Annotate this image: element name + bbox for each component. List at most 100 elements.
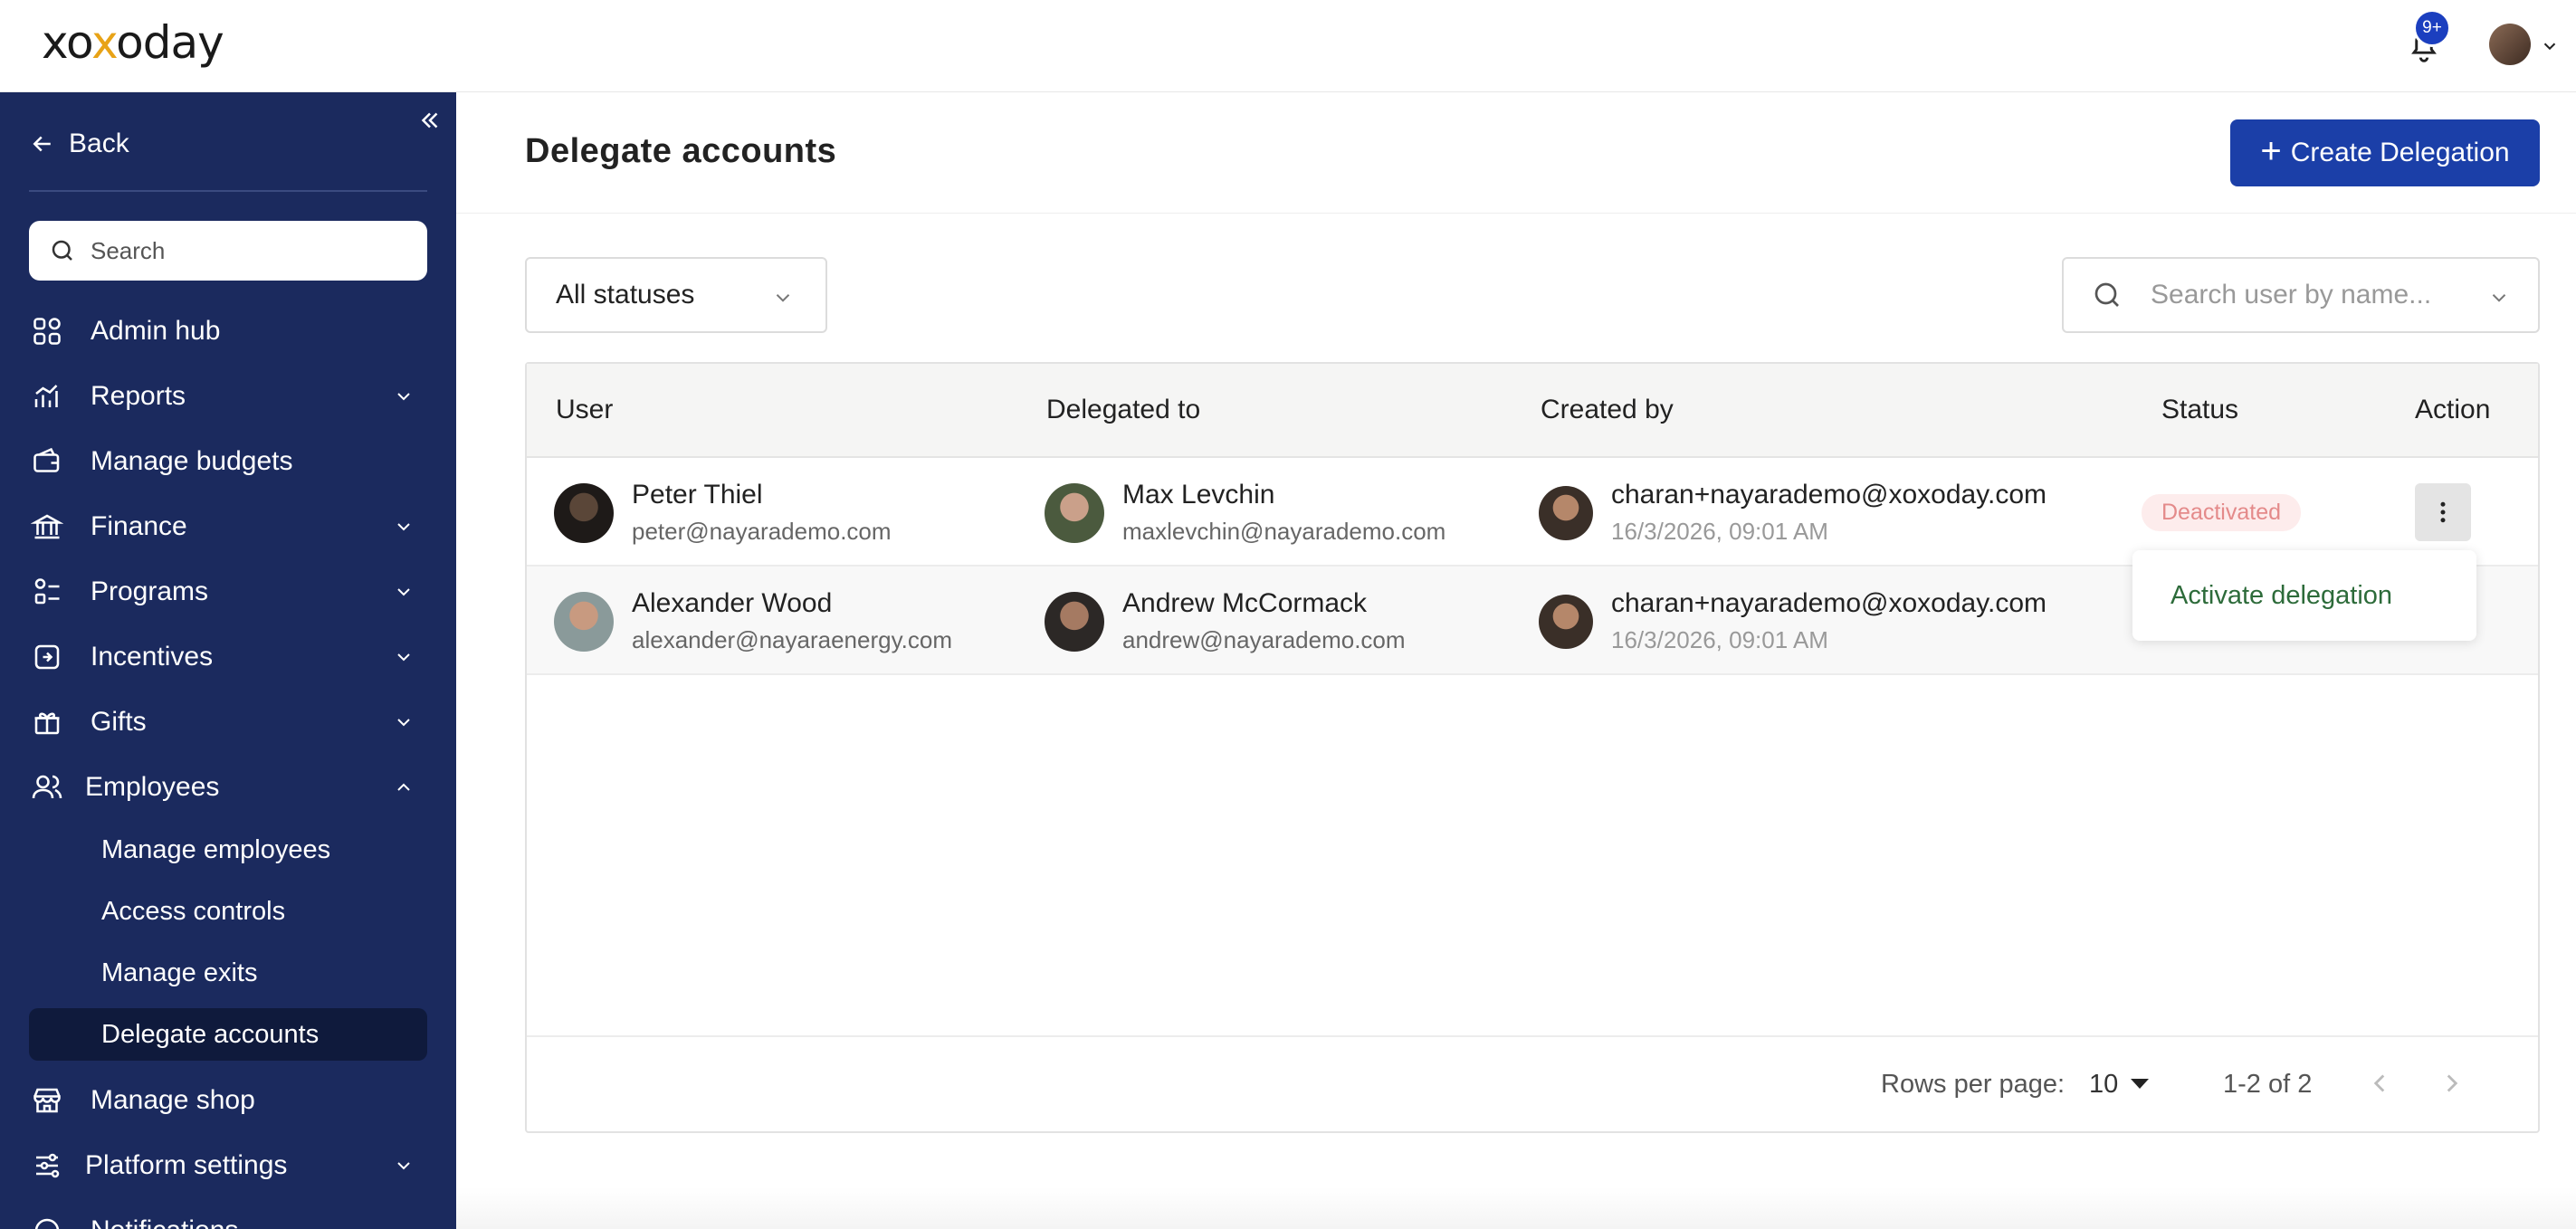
- chevron-down-icon: [397, 523, 410, 531]
- back-button[interactable]: Back: [29, 123, 129, 165]
- main-content: Delegate accounts + Create Delegation Al…: [456, 92, 2576, 1229]
- sidebar-search-input[interactable]: [91, 236, 416, 265]
- sidebar-item-label: Notifications: [91, 1215, 238, 1229]
- sidebar-subitem-access-controls[interactable]: Access controls: [29, 885, 427, 938]
- page-range: 1-2 of 2: [2223, 1070, 2313, 1099]
- sidebar-item-label: Programs: [91, 576, 209, 606]
- caret-down-icon[interactable]: [2131, 1079, 2149, 1089]
- chevron-down-icon[interactable]: [2540, 36, 2560, 56]
- sidebar-item-programs[interactable]: Programs: [29, 565, 427, 619]
- sidebar-item-label: Finance: [91, 511, 187, 541]
- chevron-down-icon: [397, 393, 410, 401]
- rows-per-page-label: Rows per page:: [1881, 1070, 2066, 1099]
- create-delegation-button[interactable]: + Create Delegation: [2230, 119, 2540, 186]
- row-actions-menu: Activate delegation: [2132, 550, 2476, 641]
- column-header-status: Status: [2161, 395, 2239, 424]
- page-header: Delegate accounts + Create Delegation: [456, 92, 2576, 214]
- avatar: [554, 482, 614, 543]
- sidebar-item-admin-hub[interactable]: Admin hub: [29, 304, 427, 358]
- avatar: [1539, 594, 1593, 649]
- profile-avatar[interactable]: [2489, 24, 2531, 65]
- sidebar-item-label: Employees: [85, 772, 220, 802]
- sidebar-subitem-manage-employees[interactable]: Manage employees: [29, 824, 427, 876]
- sidebar-item-employees[interactable]: Employees: [29, 760, 427, 815]
- row-actions-button[interactable]: [2415, 483, 2471, 541]
- chevron-down-icon: [397, 588, 410, 596]
- sidebar-item-label: Gifts: [91, 707, 147, 737]
- sidebar-item-manage-budgets[interactable]: Manage budgets: [29, 434, 427, 489]
- user-name: Alexander Wood: [632, 588, 833, 618]
- notification-count-badge: 9+: [2413, 9, 2451, 47]
- sidebar-search[interactable]: [29, 221, 427, 281]
- user-search-input[interactable]: [2151, 280, 2476, 310]
- sidebar-item-gifts[interactable]: Gifts: [29, 695, 427, 749]
- column-header-user: User: [556, 395, 614, 424]
- delegate-email: maxlevchin@nayarademo.com: [1122, 518, 1446, 545]
- sidebar-item-notifications[interactable]: Notifications: [29, 1204, 427, 1229]
- rows-per-page-select[interactable]: 10: [2089, 1070, 2118, 1100]
- search-icon: [2094, 282, 2119, 307]
- column-header-created-by: Created by: [1541, 395, 1674, 424]
- sidebar-subitem-delegate-accounts[interactable]: Delegate accounts: [29, 1008, 427, 1061]
- sidebar-divider: [29, 190, 427, 192]
- sidebar-item-manage-shop[interactable]: Manage shop: [29, 1073, 427, 1128]
- incentive-icon: [34, 644, 60, 670]
- sidebar-item-platform-settings[interactable]: Platform settings: [29, 1138, 427, 1193]
- chevron-right-icon[interactable]: [2437, 1068, 2467, 1099]
- arrow-left-icon: [33, 136, 51, 152]
- table-header: User Delegated to Created by Status Acti…: [527, 364, 2538, 458]
- sidebar-item-label: Incentives: [91, 642, 214, 672]
- avatar: [1045, 482, 1104, 543]
- sidebar-item-finance[interactable]: Finance: [29, 500, 427, 554]
- create-delegation-label: Create Delegation: [2290, 138, 2510, 167]
- settings-sliders-icon: [36, 1153, 60, 1178]
- sidebar-item-label: Admin hub: [91, 316, 221, 346]
- page-title: Delegate accounts: [525, 132, 837, 170]
- sidebar-item-reports[interactable]: Reports: [29, 369, 427, 424]
- wallet-icon: [33, 447, 60, 472]
- users-icon: [32, 775, 62, 799]
- back-label: Back: [69, 129, 129, 158]
- user-name: Peter Thiel: [632, 480, 763, 510]
- delegations-table: User Delegated to Created by Status Acti…: [525, 362, 2540, 1133]
- plus-icon: +: [2260, 131, 2282, 171]
- chevron-up-icon: [397, 783, 410, 791]
- table-pagination: Rows per page: 10 1-2 of 2: [527, 1035, 2538, 1131]
- collapse-sidebar-icon[interactable]: [416, 107, 444, 134]
- status-filter-select[interactable]: All statuses: [525, 257, 827, 333]
- grid-icon: [33, 318, 61, 345]
- xoxoday-logo[interactable]: xoxoday: [42, 16, 224, 69]
- user-email: alexander@nayaraenergy.com: [632, 626, 952, 653]
- delegate-email: andrew@nayarademo.com: [1122, 626, 1406, 653]
- avatar: [1539, 485, 1593, 540]
- search-icon: [52, 240, 72, 261]
- shop-icon: [33, 1088, 61, 1113]
- status-filter-value: All statuses: [556, 280, 695, 310]
- sidebar-subitem-manage-exits[interactable]: Manage exits: [29, 947, 427, 999]
- column-header-action: Action: [2415, 395, 2491, 424]
- chevron-down-icon[interactable]: [2487, 286, 2511, 310]
- chevron-left-icon[interactable]: [2364, 1068, 2395, 1099]
- chevron-down-icon: [776, 294, 790, 302]
- bottom-fade: [456, 1187, 2576, 1229]
- chevron-down-icon: [397, 653, 410, 662]
- notification-icon: [34, 1218, 60, 1229]
- sidebar-item-label: Reports: [91, 381, 186, 411]
- avatar: [1045, 591, 1104, 652]
- chart-icon: [34, 385, 58, 407]
- column-header-delegated-to: Delegated to: [1046, 395, 1201, 424]
- bank-icon: [31, 514, 63, 539]
- user-email: peter@nayarademo.com: [632, 518, 892, 545]
- delegate-name: Max Levchin: [1122, 480, 1275, 510]
- gift-icon: [34, 712, 60, 735]
- delegate-name: Andrew McCormack: [1122, 588, 1368, 618]
- sidebar-item-label: Manage shop: [91, 1085, 255, 1115]
- more-vertical-icon: [2440, 501, 2446, 523]
- user-search-field[interactable]: [2062, 257, 2540, 333]
- avatar: [554, 591, 614, 652]
- created-at-timestamp: 16/3/2026, 09:01 AM: [1611, 518, 1828, 545]
- sidebar-item-incentives[interactable]: Incentives: [29, 630, 427, 684]
- sidebar-item-label: Platform settings: [85, 1150, 288, 1180]
- created-by-email: charan+nayarademo@xoxoday.com: [1611, 588, 2046, 618]
- activate-delegation-menu-item[interactable]: Activate delegation: [2171, 581, 2392, 611]
